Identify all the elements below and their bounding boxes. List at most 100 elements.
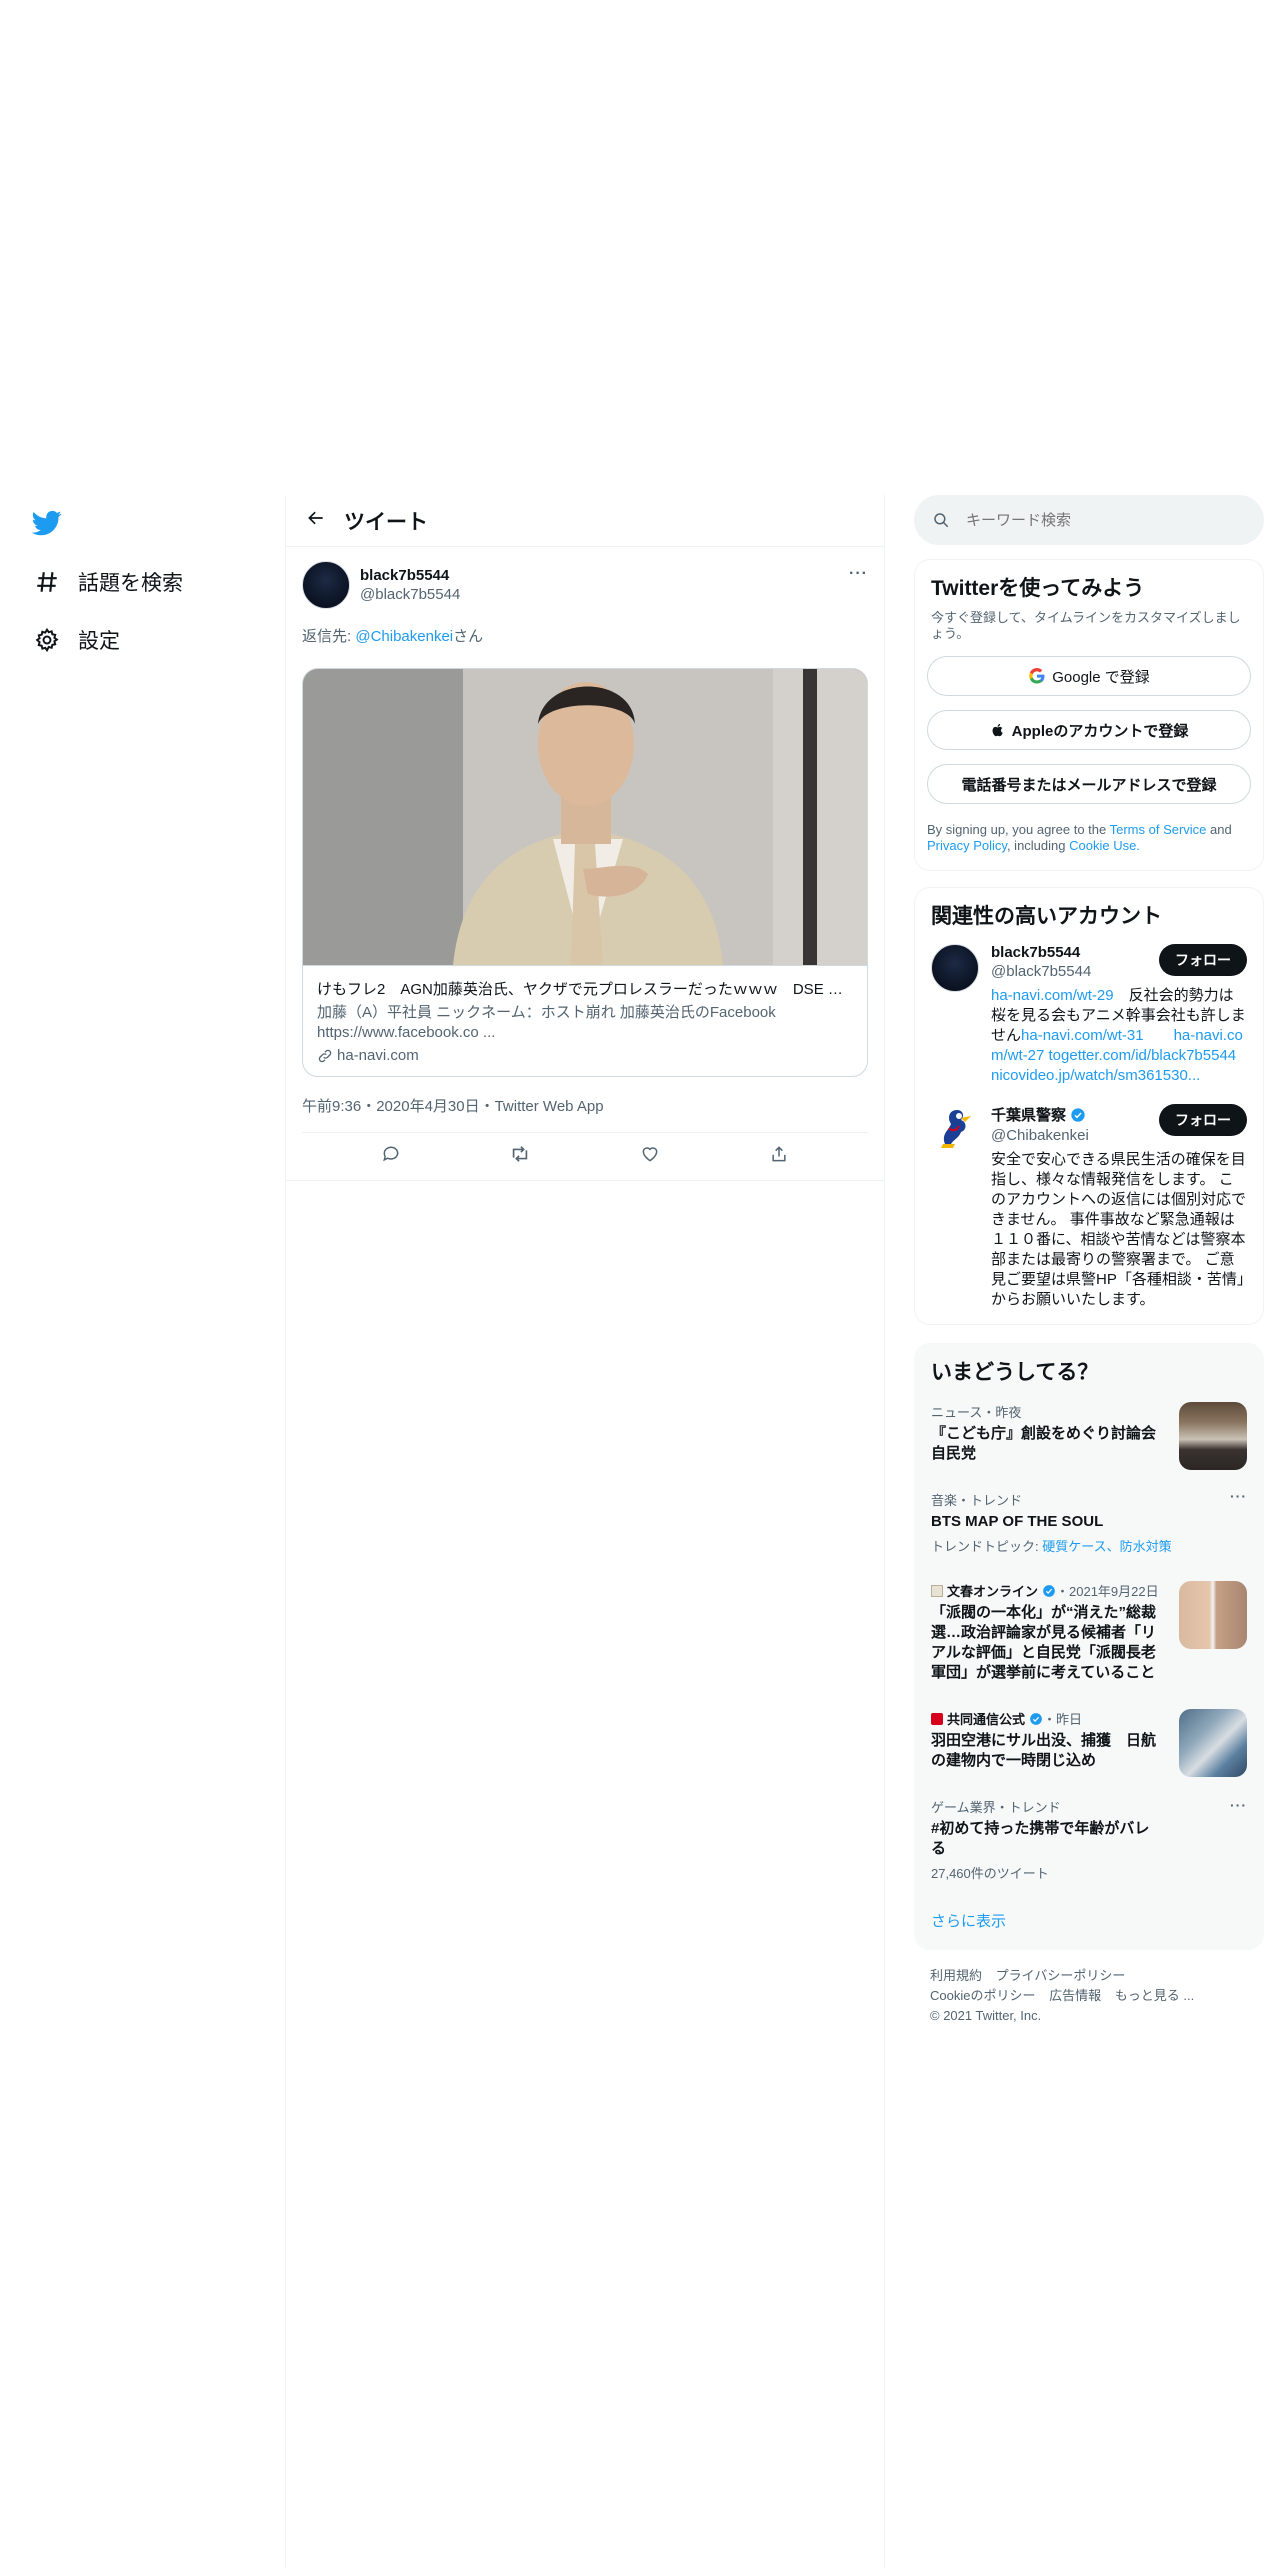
arrow-left-icon [306,508,326,533]
trend-title: 羽田空港にサル出没、捕獲 日航の建物内で一時閉じ込め [931,1732,1157,1769]
bio-link[interactable]: nicovideo.jp/watch/sm361530... [991,1067,1200,1084]
cookie-link[interactable]: Cookie Use. [1069,838,1140,853]
trend-thumbnail [1179,1402,1247,1470]
footer-cookie-link[interactable]: Cookieのポリシー [930,1988,1035,2003]
apple-icon [990,722,1006,738]
search-box[interactable] [914,495,1264,545]
card-image [303,669,867,965]
trend-item[interactable]: 共同通信公式 ・昨日 羽田空港にサル出没、捕獲 日航の建物内で一時閉じ込め [915,1695,1263,1783]
hashtag-icon [32,567,62,597]
footer-more-link[interactable]: もっと見る ... [1115,1988,1194,2003]
trend-thumbnail [1179,1709,1247,1777]
reply-button[interactable] [371,1137,411,1177]
trend-tweet-count: 27,460件のツイート [931,1866,1049,1881]
trend-item[interactable]: ゲーム業界・トレンド #初めて持った携帯で年齢がバレる 27,460件のツイート… [915,1783,1263,1894]
more-options-icon[interactable]: ··· [1230,1488,1247,1504]
bio-link[interactable]: togetter.com/id/black7b5544 [1049,1047,1237,1064]
trend-subtopics: トレンドトピック: 硬質ケース、防水対策 [931,1536,1247,1555]
privacy-link[interactable]: Privacy Policy [927,838,1007,853]
card-title: けもフレ2 AGN加藤英治氏、ヤクザで元プロレスラーだったｗｗｗ DSE ド..… [317,981,853,998]
nav-explore-label: 話題を検索 [78,572,183,595]
trend-item[interactable]: ニュース・昨夜 『こども庁』創設をめぐり討論会 自民党 [915,1390,1263,1476]
follow-button[interactable]: フォロー [1159,944,1247,976]
avatar[interactable] [302,561,350,609]
author-name[interactable]: black7b5544 [360,567,460,584]
account-bio: 安全で安心できる県民生活の確保を目指し、様々な情報発信をします。 このアカウント… [991,1151,1247,1308]
footer-copyright: © 2021 Twitter, Inc. [930,2008,1042,2023]
trend-source: 共同通信公式 [947,1712,1026,1727]
back-button[interactable] [290,495,342,547]
trend-sub-link[interactable]: 硬質ケース、防水対策 [1042,1539,1171,1554]
phone-email-signup-button[interactable]: 電話番号またはメールアドレスで登録 [927,764,1251,804]
show-more-link[interactable]: さらに表示 [915,1894,1263,1949]
footer-privacy-link[interactable]: プライバシーポリシー [996,1968,1126,1983]
trend-time: ・2021年9月22日 [1056,1584,1159,1599]
source-logo-icon [931,1584,943,1597]
apple-signup-label: Appleのアカウントで登録 [1011,722,1189,740]
signup-title: Twitterを使ってみよう [931,577,1145,600]
retweet-button[interactable] [500,1137,540,1177]
card-domain-text: ha-navi.com [337,1047,419,1064]
trend-title: 「派閥の一本化」が“消えた”総裁選…政治評論家が見る候補者「リアルな評価」と自民… [931,1604,1157,1681]
reply-to-link[interactable]: @Chibakenkei [355,628,453,645]
verified-badge-icon [1042,1584,1056,1598]
heart-icon [640,1144,660,1169]
retweet-icon [509,1143,531,1170]
gear-icon [32,625,62,655]
legal-text-1: By signing up, you agree to the [927,822,1110,837]
page-header: ツイート [286,495,884,547]
reply-suffix: さん [453,628,484,645]
avatar[interactable] [931,1104,979,1152]
avatar[interactable] [931,944,979,992]
bio-link[interactable]: ha-navi.com/wt-29 [991,987,1114,1004]
tweet-timestamp[interactable]: 午前9:36・2020年4月30日・Twitter Web App [302,1095,868,1133]
follow-button[interactable]: フォロー [1159,1104,1247,1136]
relevant-title: 関連性の高いアカウント [931,905,1162,928]
source-logo-icon [931,1712,943,1725]
twitter-logo-icon[interactable] [31,508,62,538]
author-handle[interactable]: @black7b5544 [360,586,460,603]
trend-time: ・昨日 [1043,1712,1083,1727]
footer: 利用規約 プライバシーポリシー Cookieのポリシー 広告情報 もっと見る .… [914,1952,1264,2040]
google-signup-label: Google で登録 [1052,668,1150,686]
share-button[interactable] [759,1137,799,1177]
account-item[interactable]: black7b5544 @black7b5544 ha-navi.com/wt-… [915,930,1263,1086]
apple-signup-button[interactable]: Appleのアカウントで登録 [927,710,1251,750]
trend-item[interactable]: 音楽・トレンド BTS MAP OF THE SOUL トレンドトピック: 硬質… [915,1476,1263,1567]
reply-prefix: 返信先: [302,628,356,645]
terms-link[interactable]: Terms of Service [1110,822,1207,837]
footer-terms-link[interactable]: 利用規約 [930,1968,982,1983]
more-options-icon[interactable]: ··· [1230,1797,1247,1813]
signup-legal: By signing up, you agree to the Terms of… [915,804,1263,870]
trend-context: ゲーム業界・トレンド [931,1800,1061,1815]
phone-signup-label: 電話番号またはメールアドレスで登録 [961,776,1217,794]
card-description: 加藤（A）平社員 ニックネーム：ホスト崩れ 加藤英治氏のFacebook htt… [317,1004,776,1041]
account-item[interactable]: 千葉県警察 @Chibakenkei 安全で安心できる県民生活の確保を目指し、様… [915,1086,1263,1310]
tweet-author: black7b5544 @black7b5544 ··· [302,561,868,609]
bio-link[interactable]: ha-navi.com/wt-31 [1021,1027,1144,1044]
footer-ads-link[interactable]: 広告情報 [1049,1988,1101,2003]
nav-settings-label: 設定 [78,630,120,653]
link-icon [317,1048,333,1064]
link-card[interactable]: けもフレ2 AGN加藤英治氏、ヤクザで元プロレスラーだったｗｗｗ DSE ド..… [302,668,868,1077]
google-icon [1028,667,1046,685]
like-button[interactable] [630,1137,670,1177]
trends-title: いまどうしてる？ [931,1361,1099,1384]
signup-subtitle: 今すぐ登録して、タイムラインをカスタマイズしましょう。 [931,610,1241,641]
relevant-accounts-panel: 関連性の高いアカウント black7b5544 @black7b5544 ha-… [914,887,1264,1325]
nav-explore[interactable]: 話題を検索 [32,562,183,602]
more-options-icon[interactable]: ··· [849,565,868,583]
legal-text-3: , including [1006,838,1070,853]
page-title: ツイート [344,510,428,534]
nav-settings[interactable]: 設定 [32,620,120,660]
sidebar-right: Twitterを使ってみよう 今すぐ登録して、タイムラインをカスタマイズしましょ… [914,495,1264,2040]
google-signup-button[interactable]: Google で登録 [927,656,1251,696]
trend-title: 『こども庁』創設をめぐり討論会 自民党 [931,1425,1157,1462]
search-icon [932,511,950,529]
account-name-text: 千葉県警察 [991,1107,1067,1124]
signup-panel: Twitterを使ってみよう 今すぐ登録して、タイムラインをカスタマイズしましょ… [914,559,1264,871]
trends-panel: いまどうしてる？ ニュース・昨夜 『こども庁』創設をめぐり討論会 自民党 音楽・… [914,1343,1264,1950]
trend-item[interactable]: 文春オンライン ・2021年9月22日 「派閥の一本化」が“消えた”総裁選…政治… [915,1567,1263,1695]
search-input[interactable] [966,511,1226,529]
share-icon [769,1144,789,1169]
